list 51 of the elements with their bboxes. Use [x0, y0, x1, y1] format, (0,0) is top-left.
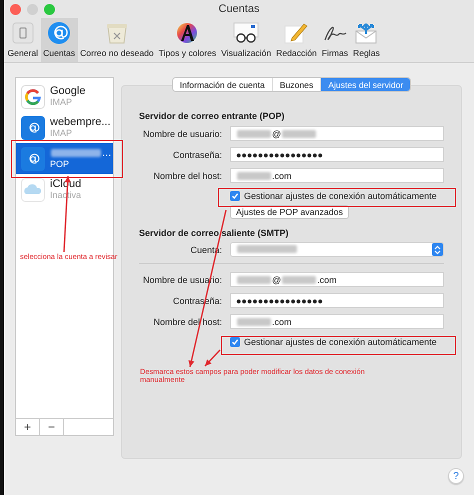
field-label: Contraseña: [172, 150, 222, 160]
field-label: Nombre del host: [152, 316, 222, 326]
advanced-settings-button[interactable]: Ajustes de POP avanzados [230, 205, 349, 219]
window-title: Cuentas [218, 3, 260, 15]
at-sign-icon [48, 22, 70, 44]
phone-icon [12, 22, 34, 44]
toolbar-tab[interactable]: Correo no deseado [78, 18, 156, 62]
input-field[interactable]: ●●●●●●●●●●●●●●●● [230, 147, 444, 162]
input-field[interactable]: @ .com [230, 272, 444, 287]
toolbar-tab[interactable]: Redacción [274, 18, 320, 62]
field-label: Nombre del host: [152, 170, 222, 180]
toolbar-tab[interactable]: General [5, 18, 41, 62]
input-field[interactable]: ●●●●●●●●●●●●●●●● [230, 293, 444, 308]
chevron-icon [434, 244, 441, 254]
account-name: ... [50, 147, 112, 159]
account-item[interactable]: webempre... IMAP [16, 112, 113, 143]
toolbar-tab[interactable]: Reglas [350, 18, 382, 62]
pencil-icon [284, 22, 308, 44]
help-button[interactable]: ? [448, 468, 464, 484]
toolbar-tab[interactable]: Firmas [319, 18, 351, 62]
account-type: IMAP [50, 97, 74, 108]
account-name: Google [50, 85, 86, 97]
cloud-icon [21, 178, 45, 202]
account-type: POP [50, 159, 70, 170]
toolbar-tab[interactable]: Visualización [218, 18, 274, 62]
close-button[interactable] [10, 4, 21, 14]
checkbox[interactable] [230, 191, 240, 201]
section-heading: Servidor de correo saliente (SMTP) [139, 228, 290, 238]
at-sign-icon [21, 116, 45, 140]
account-dropdown[interactable] [230, 242, 444, 257]
checkbox-label: Gestionar ajustes de conexión automáticamente [244, 191, 437, 201]
account-name: webempre... [50, 116, 111, 128]
input-field[interactable]: .com [230, 314, 444, 329]
envelope-arrows-icon [354, 22, 378, 44]
google-g-icon [21, 84, 45, 108]
checkbox[interactable] [230, 337, 240, 347]
toolbar-tab[interactable]: Cuentas [40, 18, 78, 62]
color-wheel-icon [176, 22, 198, 44]
checkbox-label: Gestionar ajustes de conexión automáticamente [244, 337, 437, 347]
field-label: Nombre de usuario: [142, 128, 222, 138]
trash-can-icon [104, 22, 129, 44]
account-type: IMAP [50, 128, 74, 139]
account-item[interactable]: Google IMAP [16, 81, 113, 112]
input-field[interactable]: .com [230, 168, 444, 183]
account-item[interactable]: ... POP [16, 143, 113, 174]
glasses-icon [233, 22, 260, 44]
toolbar-tab[interactable]: Tipos y colores [156, 18, 219, 62]
section-heading: Servidor de correo entrante (POP) [139, 111, 286, 121]
redacted-text [51, 149, 101, 157]
at-sign-icon [21, 146, 45, 170]
input-field[interactable]: @ [230, 126, 444, 141]
